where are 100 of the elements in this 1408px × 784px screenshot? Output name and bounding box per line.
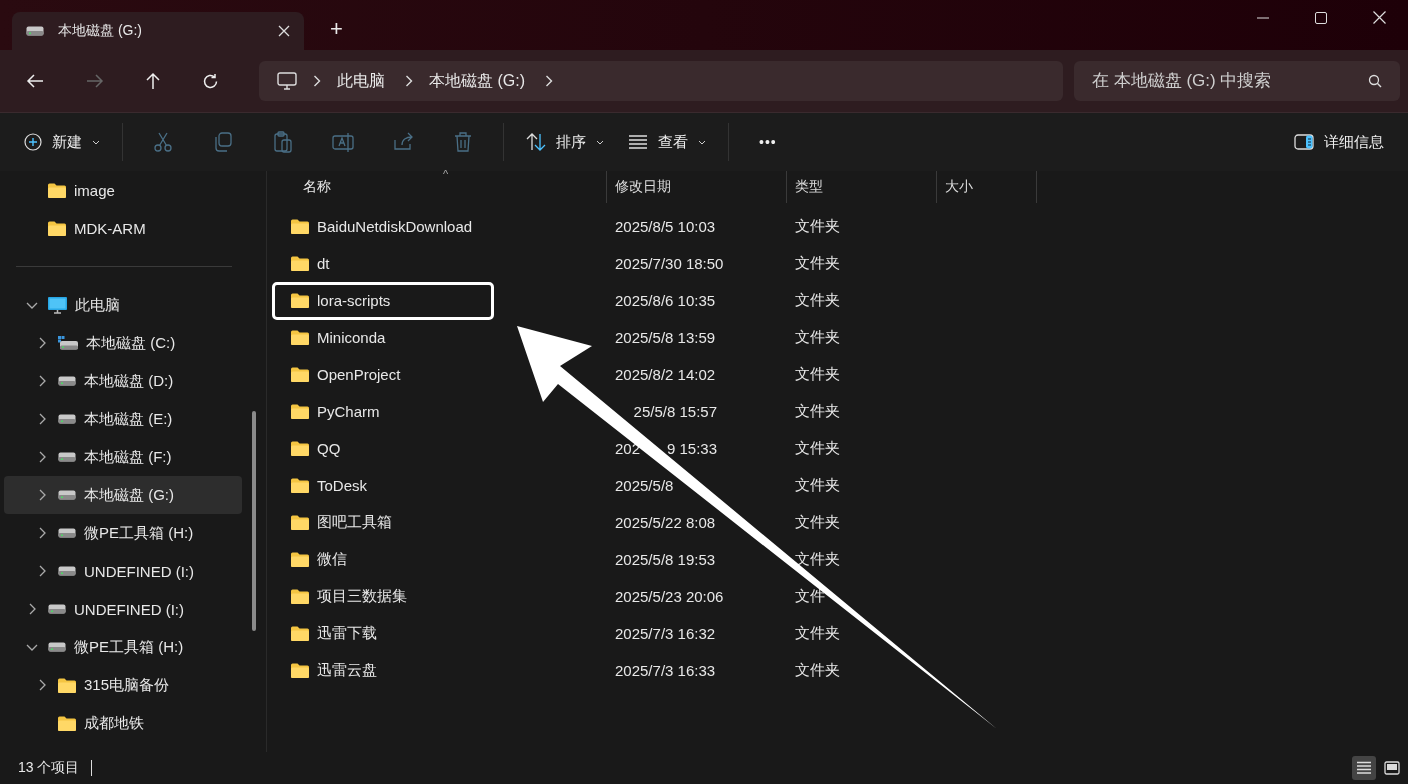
tree-item[interactable]: UNDEFINED (I:) [4, 590, 242, 628]
folder-icon [291, 515, 309, 530]
chevron-icon[interactable] [38, 451, 46, 463]
tree-item[interactable]: 微PE工具箱 (H:) [4, 628, 242, 666]
file-type: 文件夹 [795, 624, 840, 643]
forward-icon[interactable] [86, 74, 104, 88]
tree-item[interactable]: MDK-ARM [4, 209, 242, 247]
file-name[interactable]: QQ [291, 440, 341, 457]
search-field[interactable]: 在 本地磁盘 (G:) 中搜索 [1074, 61, 1400, 101]
file-name[interactable]: Miniconda [291, 329, 386, 346]
caret-icon [92, 139, 100, 145]
tree-item[interactable]: 微PE工具箱 (H:) [4, 514, 242, 552]
modified-date: 2025/5/22 8:08 [615, 514, 716, 531]
drive-icon [58, 336, 78, 350]
drive-icon [48, 642, 66, 652]
window-icon [1384, 761, 1400, 775]
modified-date: 9 15:33 [666, 440, 717, 457]
file-type: 文件 [795, 587, 825, 606]
back-icon[interactable] [26, 74, 44, 88]
file-type: 文件夹 [795, 217, 840, 236]
modified-date: 2025/5/8 19:53 [615, 551, 716, 568]
file-name[interactable]: 图吧工具箱 [291, 513, 392, 532]
breadcrumb-item[interactable]: 此电脑 [337, 70, 385, 92]
file-name[interactable]: dt [291, 255, 330, 272]
file-type: 文件夹 [795, 365, 840, 384]
folder-icon [291, 330, 309, 345]
drive-icon [58, 414, 76, 424]
scrollbar[interactable] [252, 411, 256, 631]
tree-item[interactable]: 315电脑备份 [4, 666, 242, 704]
tree-item[interactable]: 本地磁盘 (G:) [4, 476, 242, 514]
tree-item[interactable]: image [4, 171, 242, 209]
chevron-icon[interactable] [38, 565, 46, 577]
folder-icon [291, 478, 309, 493]
new-button[interactable]: 新建 [12, 126, 112, 158]
chevron-icon[interactable] [38, 527, 46, 539]
folder-icon [291, 404, 309, 419]
more-button[interactable]: ••• [747, 128, 789, 156]
tree-item[interactable]: 本地磁盘 (D:) [4, 362, 242, 400]
tree-item[interactable]: 成都地铁 [4, 704, 242, 742]
drive-icon [58, 528, 76, 538]
refresh-icon[interactable] [202, 72, 219, 90]
tab[interactable]: 本地磁盘 (G:) [12, 12, 304, 50]
chevron-icon[interactable] [38, 337, 46, 349]
tree-item[interactable]: 此电脑 [4, 286, 242, 324]
tree-item[interactable]: 本地磁盘 (E:) [4, 400, 242, 438]
close-icon[interactable] [1373, 11, 1386, 24]
file-name[interactable]: ToDesk [291, 477, 368, 494]
close-icon[interactable] [278, 25, 290, 37]
file-type: 文件夹 [795, 402, 840, 421]
folder-icon [291, 367, 309, 382]
tree-item[interactable]: UNDEFINED (I:) [4, 552, 242, 590]
item-count: 13 个项目 [18, 759, 80, 777]
file-name[interactable]: lora-scripts [272, 281, 494, 320]
chevron-icon[interactable] [38, 679, 46, 691]
column-header[interactable]: 名称 ^ [267, 171, 607, 203]
chevron-icon[interactable] [38, 489, 46, 501]
file-name[interactable]: 迅雷下载 [291, 624, 377, 643]
column-header[interactable]: 类型 [787, 171, 937, 203]
minimize-icon[interactable] [1257, 16, 1269, 19]
sort-button[interactable]: 排序 [514, 126, 616, 158]
drive-icon [58, 376, 76, 386]
folder-icon [58, 715, 76, 731]
column-header[interactable]: 修改日期 [607, 171, 787, 203]
folder-icon [291, 293, 309, 308]
file-name[interactable]: 迅雷云盘 [291, 661, 377, 680]
details-button[interactable]: 详细信息 [1282, 126, 1396, 158]
maximize-icon[interactable] [1315, 11, 1327, 24]
modified-date: 2025/5/23 20:06 [615, 588, 724, 605]
new-tab-button[interactable]: + [330, 16, 343, 42]
list-icon [628, 135, 648, 149]
chevron-icon[interactable] [38, 375, 46, 387]
file-name[interactable]: 微信 [291, 550, 347, 569]
folder-icon [291, 441, 309, 456]
file-name[interactable]: BaiduNetdiskDownload [291, 218, 473, 235]
up-icon[interactable] [146, 72, 160, 90]
breadcrumb-item[interactable]: 本地磁盘 (G:) [429, 70, 525, 92]
details-view-button[interactable] [1352, 756, 1376, 780]
modified-date: 2025/8/2 14:02 [615, 366, 716, 383]
file-name[interactable]: PyCharm [291, 403, 380, 420]
folder-icon [48, 220, 66, 236]
caret-icon [596, 139, 604, 145]
chevron-icon[interactable] [38, 413, 46, 425]
modified-date: 2025/5/8 13:59 [615, 329, 716, 346]
folder-icon [48, 182, 66, 198]
modified-date: 2025/5/8 [615, 477, 674, 494]
sort-icon [526, 133, 546, 151]
file-type: 文件夹 [795, 439, 840, 458]
chevron-icon[interactable] [26, 301, 38, 309]
drive-icon [48, 604, 66, 614]
file-type: 文件夹 [795, 661, 840, 680]
chevron-icon[interactable] [28, 603, 36, 615]
tree-item[interactable]: 本地磁盘 (F:) [4, 438, 242, 476]
drive-icon [58, 566, 76, 576]
view-button[interactable]: 查看 [616, 126, 718, 158]
chevron-icon[interactable] [26, 643, 38, 651]
file-name[interactable]: 项目三数据集 [291, 587, 407, 606]
address-bar[interactable]: 此电脑 本地磁盘 (G:) [259, 61, 1063, 101]
column-header[interactable]: 大小 [937, 171, 1037, 203]
file-name[interactable]: OpenProject [291, 366, 401, 383]
tree-item[interactable]: 本地磁盘 (C:) [4, 324, 242, 362]
